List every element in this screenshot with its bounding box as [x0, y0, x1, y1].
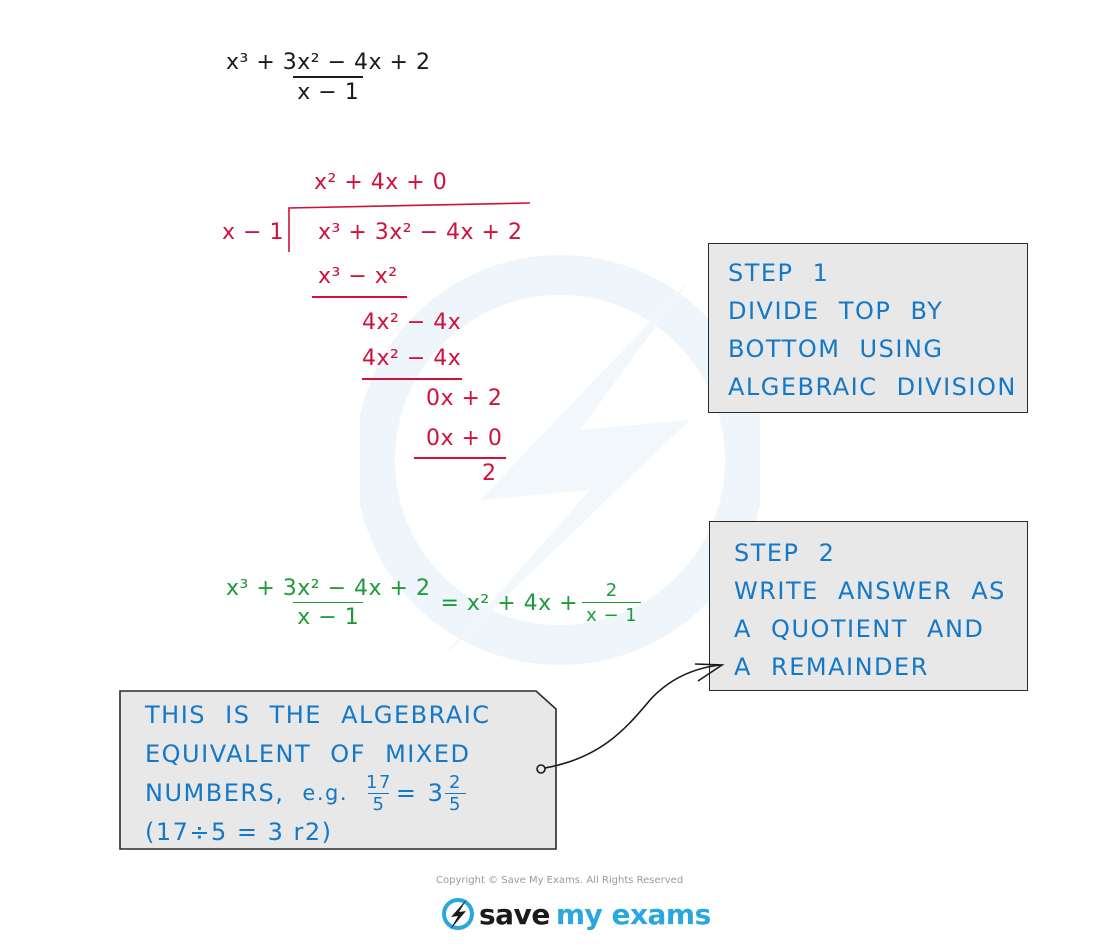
- result-remainder-numerator: 2: [605, 580, 618, 601]
- result-quotient: = x² + 4x +: [440, 590, 579, 616]
- divisor: x − 1: [222, 220, 284, 245]
- note-mixed-denominator: 5: [444, 792, 466, 814]
- dividend: x³ + 3x² − 4x + 2: [318, 220, 523, 245]
- underline-1: [312, 296, 407, 298]
- note-fraction-numerator: 17: [366, 771, 392, 793]
- note-line: EQUIVALENT OF MIXED: [145, 740, 471, 768]
- problem-numerator: x³ + 3x² − 4x + 2: [226, 50, 431, 75]
- brand-logo: save my exams: [441, 896, 711, 932]
- underline-3: [414, 457, 506, 459]
- step2-line: A QUOTIENT AND: [734, 615, 985, 643]
- step1-title: STEP 1: [728, 259, 830, 287]
- arrow-origin-icon: [536, 764, 546, 774]
- problem-fraction: x³ + 3x² − 4x + 2 x − 1: [222, 50, 434, 105]
- remainder-step-1: 4x² − 4x: [362, 310, 462, 335]
- remainder-step-2: 0x + 2: [426, 386, 503, 411]
- subtract-step-3: 0x + 0: [426, 426, 503, 451]
- note-line: (17÷5 = 3 r2): [145, 818, 333, 846]
- step2-line: A REMAINDER: [734, 653, 929, 681]
- note-fraction-denominator: 5: [368, 792, 390, 814]
- underline-2: [362, 378, 462, 380]
- logo-text-save: save: [479, 897, 550, 931]
- note-text: THIS IS THE ALGEBRAIC EQUIVALENT OF MIXE…: [145, 696, 491, 852]
- note-eg: e.g.: [302, 781, 349, 805]
- step1-line: ALGEBRAIC DIVISION: [728, 373, 1017, 401]
- step2-title: STEP 2: [734, 539, 836, 567]
- subtract-step-2: 4x² − 4x: [362, 346, 462, 371]
- note-equals: = 3: [395, 779, 445, 807]
- logo-text-myexams: my exams: [555, 897, 711, 931]
- step1-box: STEP 1 DIVIDE TOP BY BOTTOM USING ALGEBR…: [708, 243, 1028, 413]
- result-denominator: x − 1: [293, 602, 364, 630]
- problem-denominator: x − 1: [293, 76, 364, 105]
- lightning-logo-icon: [442, 898, 474, 930]
- result-equation: x³ + 3x² − 4x + 2 x − 1 = x² + 4x + 2 x …: [222, 576, 642, 630]
- note-mixed-numerator: 2: [448, 771, 462, 793]
- step1-line: DIVIDE TOP BY: [728, 297, 944, 325]
- note-line: NUMBERS,: [145, 779, 285, 807]
- step2-line: WRITE ANSWER AS: [734, 577, 1006, 605]
- result-numerator: x³ + 3x² − 4x + 2: [226, 576, 431, 601]
- connector-arrow: [536, 663, 725, 774]
- step2-box: STEP 2 WRITE ANSWER AS A QUOTIENT AND A …: [709, 521, 1028, 691]
- quotient: x² + 4x + 0: [314, 170, 448, 195]
- step1-line: BOTTOM USING: [728, 335, 944, 363]
- note-line: THIS IS THE ALGEBRAIC: [145, 701, 491, 729]
- result-remainder-denominator: x − 1: [582, 602, 642, 626]
- final-remainder: 2: [482, 461, 497, 486]
- subtract-step-1: x³ − x²: [318, 264, 398, 289]
- copyright: Copyright © Save My Exams. All Rights Re…: [436, 875, 684, 886]
